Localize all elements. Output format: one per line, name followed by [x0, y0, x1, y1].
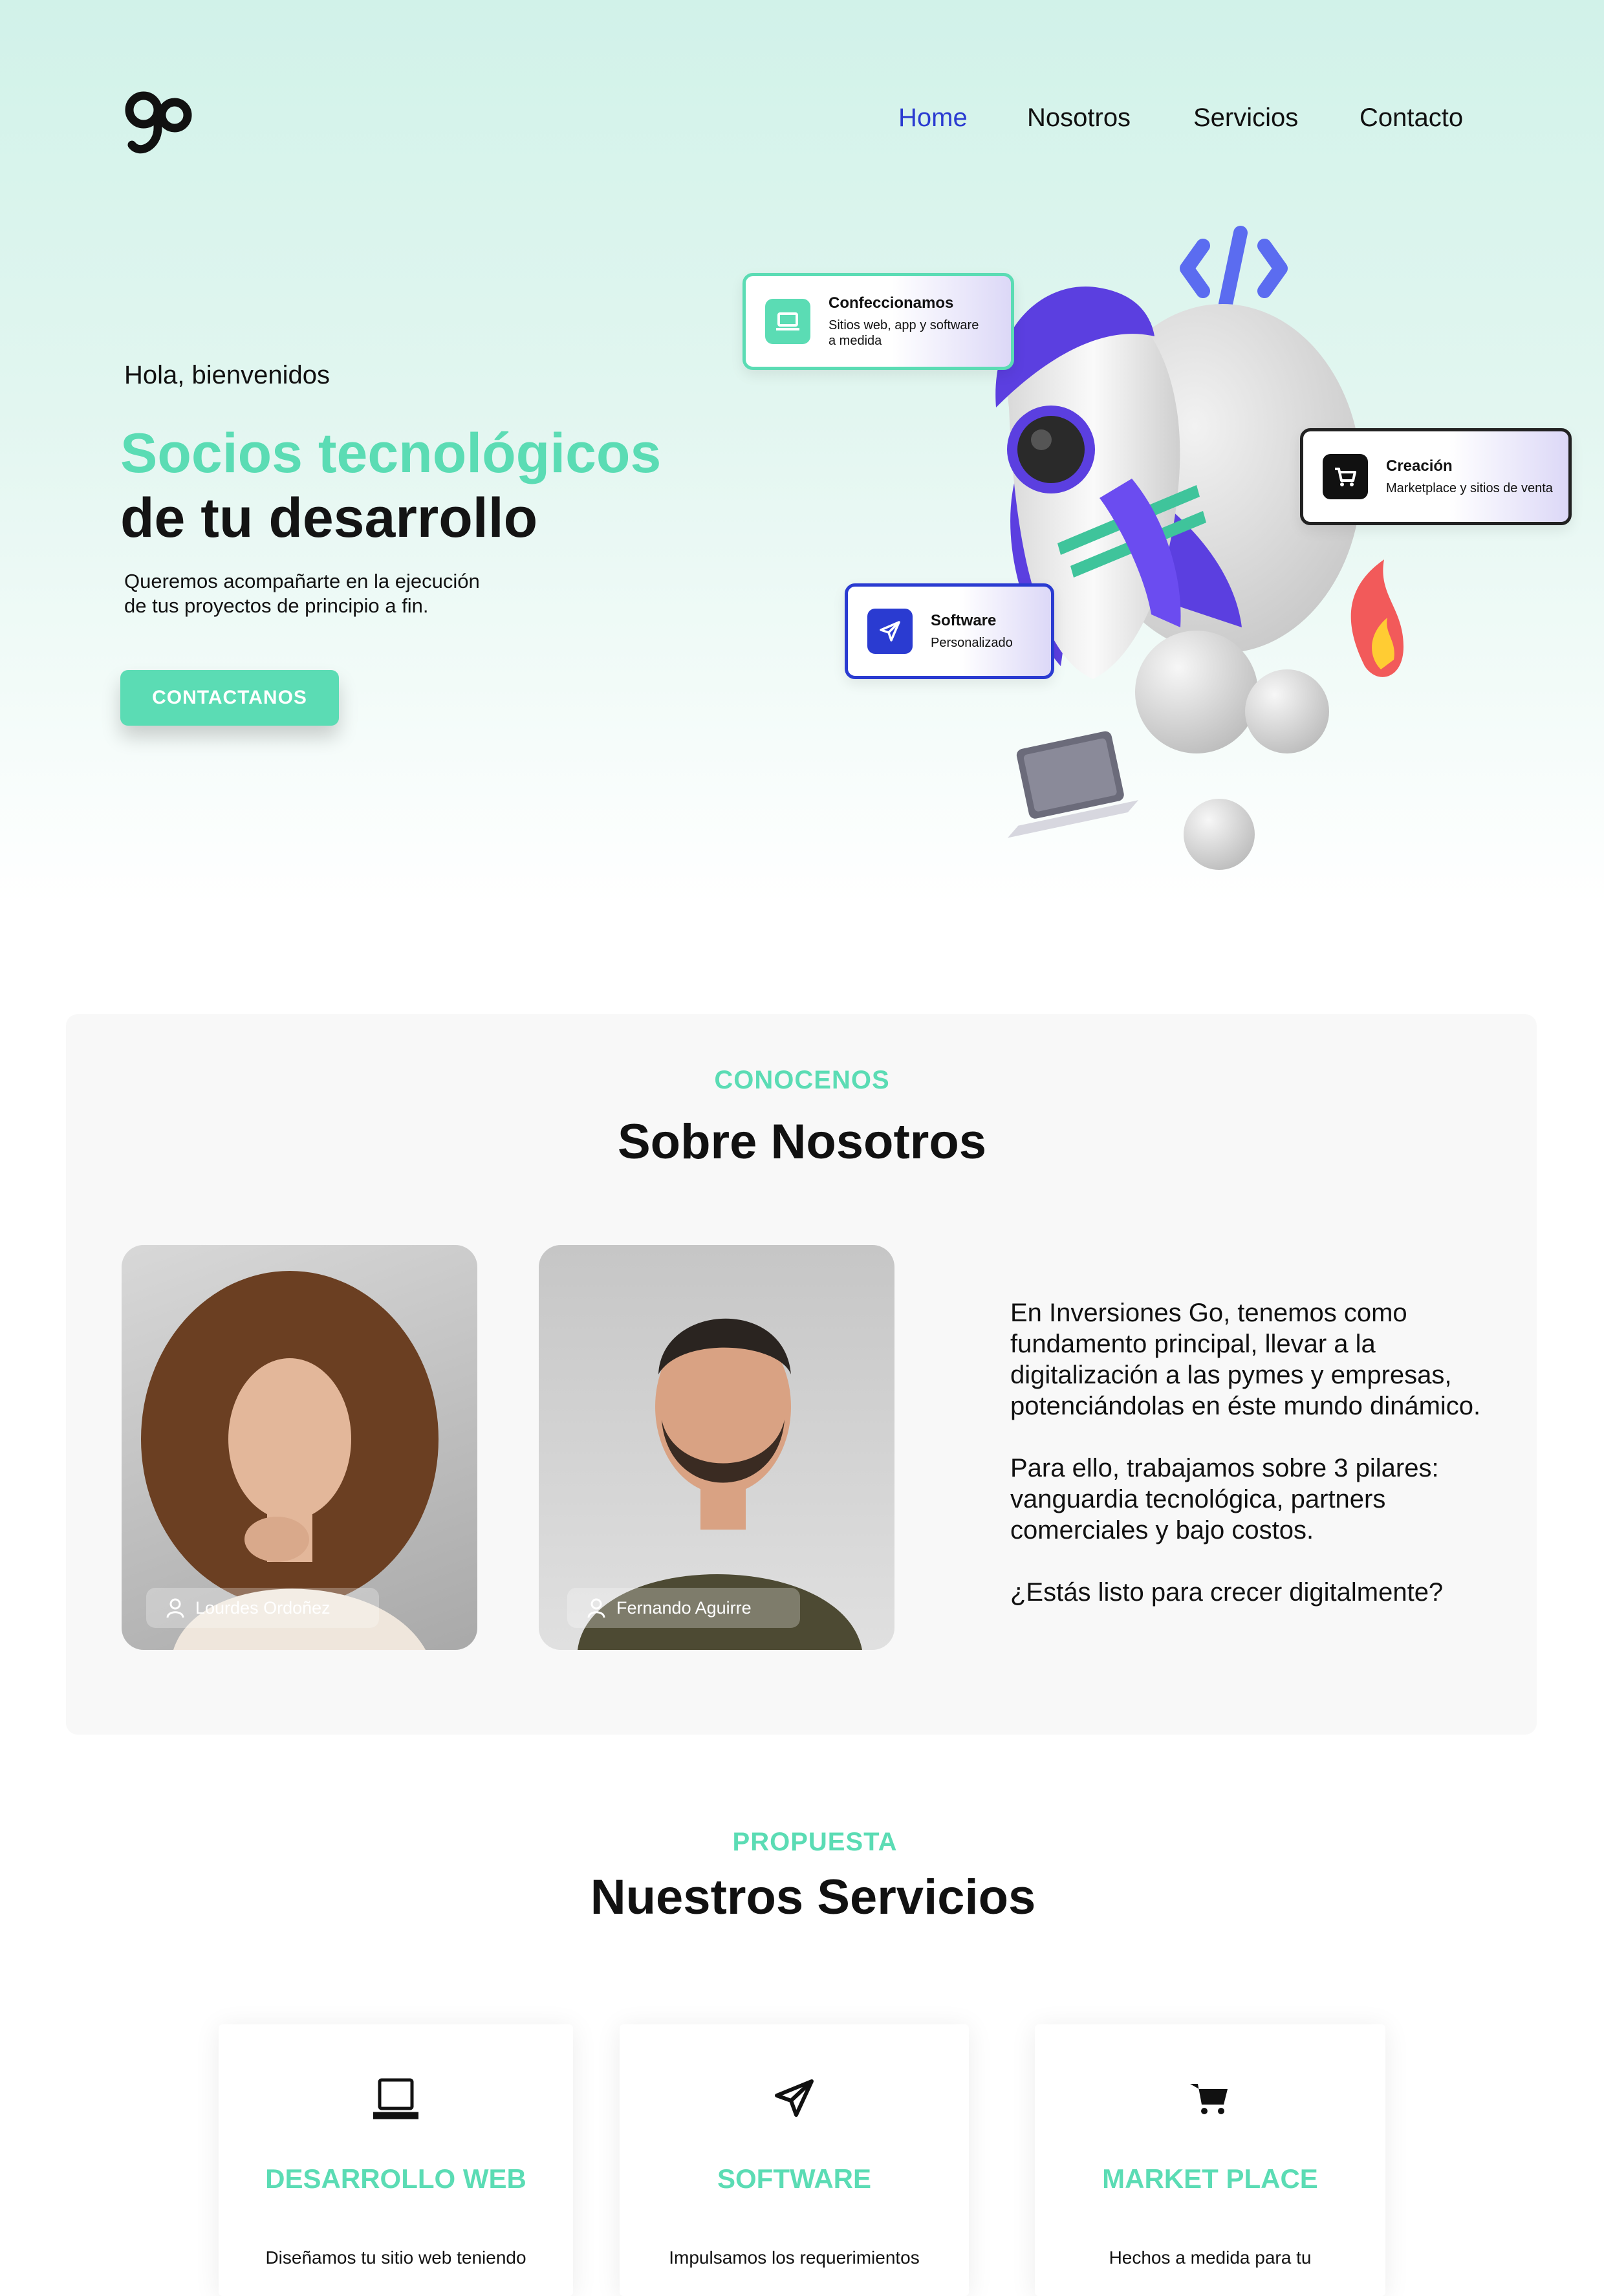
- about-paragraph: Para ello, trabajamos sobre 3 pilares: v…: [1010, 1454, 1439, 1544]
- card-text-line1: Sitios web, app y software: [829, 318, 979, 332]
- nav-servicios[interactable]: Servicios: [1193, 103, 1298, 133]
- member-tag: Lourdes Ordoñez: [146, 1588, 379, 1628]
- nav-contacto[interactable]: Contacto: [1360, 103, 1463, 133]
- paper-plane-icon: [867, 609, 913, 654]
- about-eyebrow: CONOCENOS: [714, 1066, 890, 1094]
- member-photo-fernando: Fernando Aguirre: [539, 1245, 894, 1650]
- hero-subtitle-line1: Queremos acompañarte en la ejecución: [124, 570, 480, 592]
- services-eyebrow: PROPUESTA: [732, 1828, 898, 1856]
- cart-icon: [1323, 454, 1368, 499]
- hero-card-confeccionamos: Confeccionamos Sitios web, app y softwar…: [742, 273, 1014, 370]
- hero-title-line2: de tu desarrollo: [120, 487, 538, 549]
- card-text: Personalizado: [931, 636, 1013, 650]
- member-name: Lourdes Ordoñez: [195, 1597, 331, 1618]
- about-description: En Inversiones Go, tenemos como fundamen…: [1010, 1297, 1502, 1639]
- person-icon: [587, 1598, 605, 1618]
- paper-plane-icon: [620, 2076, 969, 2121]
- about-title: Sobre Nosotros: [617, 1114, 987, 1169]
- hero-subtitle-line2: de tus proyectos de principio a fin.: [124, 594, 429, 617]
- member-tag: Fernando Aguirre: [567, 1588, 800, 1628]
- hero-card-creacion: Creación Marketplace y sitios de venta: [1300, 428, 1572, 525]
- services-title: Nuestros Servicios: [590, 1870, 1036, 1925]
- card-title: Software: [931, 612, 997, 629]
- cart-icon: [1035, 2076, 1385, 2121]
- service-desc: Diseñamos tu sitio web teniendo: [265, 2247, 526, 2268]
- member-photo-lourdes: Lourdes Ordoñez: [122, 1245, 477, 1650]
- service-card-marketplace[interactable]: MARKET PLACE Hechos a medida para tu: [1035, 2024, 1385, 2296]
- service-title: DESARROLLO WEB: [265, 2163, 526, 2194]
- nav-home[interactable]: Home: [898, 103, 968, 133]
- service-desc: Hechos a medida para tu: [1109, 2247, 1312, 2268]
- laptop-icon: [765, 299, 810, 344]
- hero-title-line1: Socios tecnológicos: [120, 422, 662, 484]
- go-logo[interactable]: [119, 83, 197, 160]
- about-paragraph: ¿Estás listo para crecer digitalmente?: [1010, 1578, 1444, 1607]
- laptop-icon: [219, 2076, 573, 2121]
- service-title: SOFTWARE: [717, 2163, 871, 2194]
- hero-card-software: Software Personalizado: [845, 583, 1054, 679]
- service-card-web[interactable]: DESARROLLO WEB Diseñamos tu sitio web te…: [219, 2024, 573, 2296]
- service-desc: Impulsamos los requerimientos: [669, 2247, 920, 2268]
- card-text-line2: a medida: [829, 334, 882, 348]
- about-paragraph: En Inversiones Go, tenemos como fundamen…: [1010, 1299, 1481, 1420]
- card-title: Creación: [1386, 457, 1453, 475]
- person-icon: [166, 1598, 184, 1618]
- service-title: MARKET PLACE: [1102, 2163, 1318, 2194]
- hero-subtitle: Queremos acompañarte en la ejecución de …: [124, 569, 551, 618]
- card-text: Sitios web, app y software a medida: [829, 318, 979, 349]
- member-name: Fernando Aguirre: [616, 1597, 752, 1618]
- card-title: Confeccionamos: [829, 294, 954, 312]
- hero-greeting: Hola, bienvenidos: [124, 361, 330, 389]
- service-card-software[interactable]: SOFTWARE Impulsamos los requerimientos: [620, 2024, 969, 2296]
- nav-nosotros[interactable]: Nosotros: [1027, 103, 1131, 133]
- contact-button[interactable]: CONTACTANOS: [120, 670, 339, 726]
- card-text: Marketplace y sitios de venta: [1386, 481, 1553, 495]
